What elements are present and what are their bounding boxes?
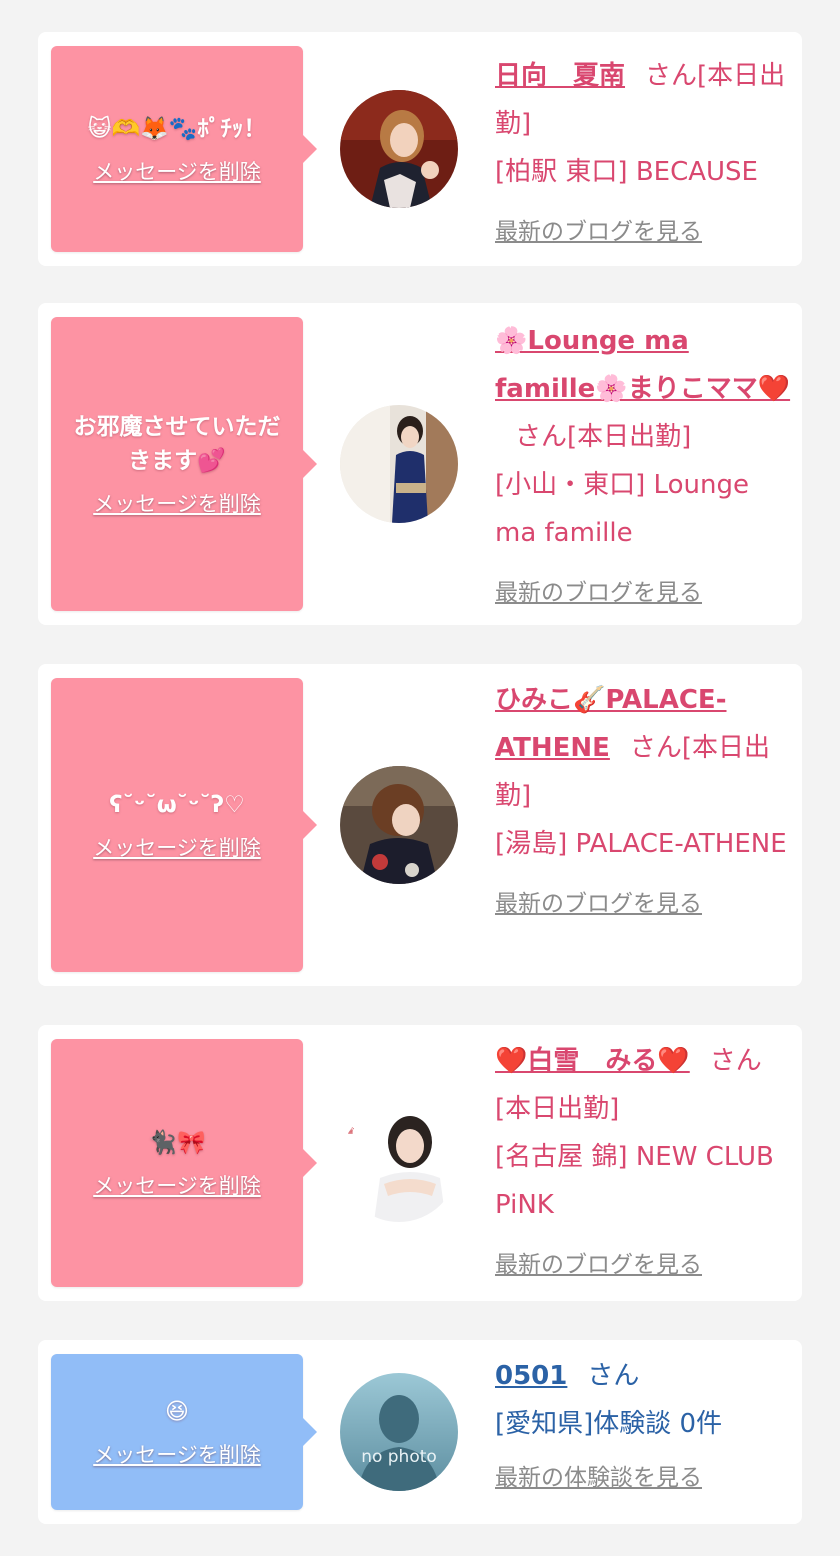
message-bubble: お邪魔させていただきます💕 メッセージを削除 [51, 317, 317, 611]
message-bubble: ʕ˘ᵕ˘ω˘ᵕ˘ʔ♡ メッセージを削除 [51, 678, 317, 972]
delete-message-link[interactable]: メッセージを削除 [93, 832, 261, 862]
status-text: さん[本日出勤] [515, 422, 692, 452]
message-card: 😺🫶🦊🐾ﾎﾟﾁｯ！ メッセージを削除 日向 夏南 さん[本日出勤] [柏駅 東口]… [38, 32, 802, 266]
delete-message-link[interactable]: メッセージを削除 [93, 1439, 261, 1469]
shop-text: [小山・東口] Lounge ma famille [495, 470, 749, 548]
delete-message-link[interactable]: メッセージを削除 [93, 1170, 261, 1200]
cast-name-link[interactable]: ❤️白雪 みる❤️ [495, 1046, 690, 1076]
message-card: 😆 メッセージを削除 no photo 0501 さん [愛知県]体験談 0件 最… [38, 1340, 802, 1524]
profile-info: ひみこ🎸PALACE-ATHENE さん[本日出勤] [湯島] PALACE-AT… [495, 676, 791, 928]
area-text: [愛知県]体験談 0件 [495, 1409, 723, 1439]
message-text: お邪魔させていただきます💕 [73, 414, 281, 474]
message-card: 🐈‍⬛🎀 メッセージを削除 ♛ ❤️白雪 みる❤️ さん[本日出勤] [名古屋 錦… [38, 1025, 802, 1301]
avatar[interactable] [340, 405, 458, 523]
avatar[interactable]: ♛ [340, 1104, 458, 1222]
message-text: 🐈‍⬛🎀 [148, 1130, 206, 1156]
cast-name-link[interactable]: 🌸Lounge ma famille🌸まりこママ❤️ [495, 326, 790, 404]
shop-text: [湯島] PALACE-ATHENE [495, 829, 787, 859]
message-text: ʕ˘ᵕ˘ω˘ᵕ˘ʔ♡ [109, 792, 245, 818]
svg-text:♛: ♛ [346, 1126, 355, 1137]
message-text: 😺🫶🦊🐾ﾎﾟﾁｯ！ [87, 116, 267, 142]
message-bubble: 😆 メッセージを削除 [51, 1354, 317, 1510]
profile-info: 日向 夏南 さん[本日出勤] [柏駅 東口] BECAUSE 最新のブログを見る [495, 52, 791, 256]
latest-reviews-link[interactable]: 最新の体験談を見る [495, 1454, 791, 1502]
latest-blog-link[interactable]: 最新のブログを見る [495, 208, 791, 256]
avatar[interactable] [340, 766, 458, 884]
message-text: 😆 [165, 1399, 189, 1425]
delete-message-link[interactable]: メッセージを削除 [93, 488, 261, 518]
profile-info: 0501 さん [愛知県]体験談 0件 最新の体験談を見る [495, 1352, 791, 1502]
no-photo-label: no photo [361, 1447, 437, 1467]
delete-message-link[interactable]: メッセージを削除 [93, 156, 261, 186]
message-card: お邪魔させていただきます💕 メッセージを削除 🌸Lounge ma famill… [38, 303, 802, 625]
status-text: さん [587, 1361, 640, 1391]
shop-text: [柏駅 東口] BECAUSE [495, 157, 758, 187]
cast-name-link[interactable]: 日向 夏南 [495, 61, 625, 91]
profile-info: 🌸Lounge ma famille🌸まりこママ❤️ さん[本日出勤] [小山・東… [495, 317, 791, 617]
profile-info: ❤️白雪 みる❤️ さん[本日出勤] [名古屋 錦] NEW CLUB PiNK … [495, 1037, 791, 1289]
message-bubble: 🐈‍⬛🎀 メッセージを削除 [51, 1039, 317, 1287]
message-card: ʕ˘ᵕ˘ω˘ᵕ˘ʔ♡ メッセージを削除 ひみこ🎸PALACE-ATHENE さん[… [38, 664, 802, 986]
latest-blog-link[interactable]: 最新のブログを見る [495, 569, 791, 617]
message-bubble: 😺🫶🦊🐾ﾎﾟﾁｯ！ メッセージを削除 [51, 46, 317, 252]
latest-blog-link[interactable]: 最新のブログを見る [495, 880, 791, 928]
avatar[interactable] [340, 90, 458, 208]
avatar[interactable]: no photo [340, 1373, 458, 1491]
shop-text: [名古屋 錦] NEW CLUB PiNK [495, 1142, 774, 1220]
latest-blog-link[interactable]: 最新のブログを見る [495, 1241, 791, 1289]
user-name-link[interactable]: 0501 [495, 1361, 567, 1391]
